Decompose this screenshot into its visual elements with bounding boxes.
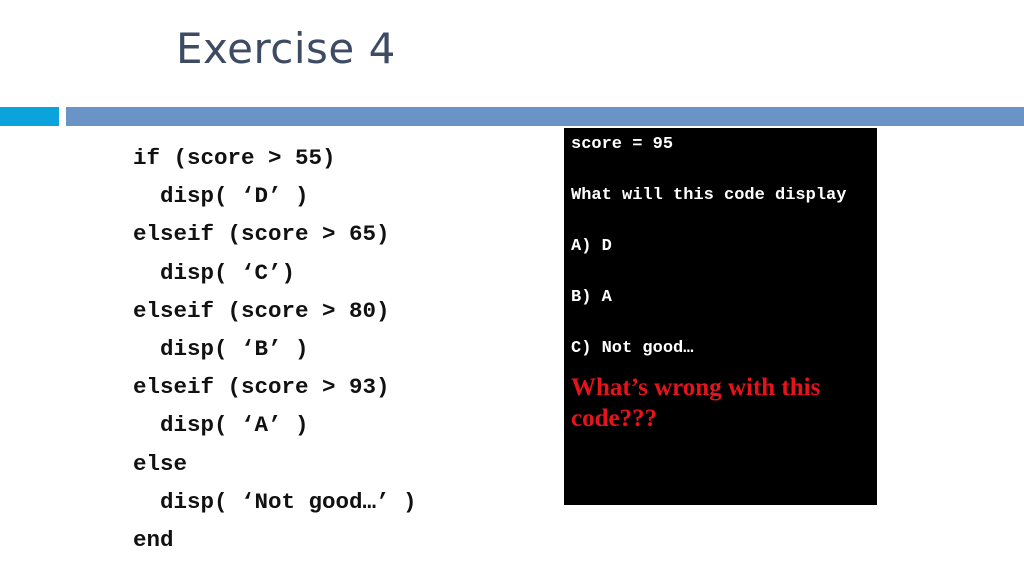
option-text: D [601, 237, 612, 256]
accent-bar-right [66, 107, 1024, 126]
code-line: disp( ‘C’) [160, 259, 296, 286]
question-box: score = 95 What will this code display A… [564, 128, 877, 505]
option-text: A [601, 288, 612, 307]
code-line: else [133, 450, 188, 477]
code-line: elseif (score > 80) [133, 297, 390, 324]
option-text: Not good… [601, 339, 694, 358]
option-c: C) Not good… [571, 336, 871, 362]
code-block: if (score > 55) disp( ‘D’ ) elseif (scor… [133, 139, 417, 559]
follow-up-question: What’s wrong with this code??? [571, 373, 821, 432]
given-value: score = 95 [571, 135, 674, 154]
slide-title: Exercise 4 [176, 24, 396, 73]
code-line: elseif (score > 93) [133, 374, 390, 401]
option-label: C) [571, 339, 592, 358]
question-prompt: What will this code display [571, 186, 847, 205]
option-label: A) [571, 237, 592, 256]
code-line: elseif (score > 65) [133, 221, 390, 248]
code-line: disp( ‘B’ ) [160, 335, 309, 362]
code-line: end [133, 526, 174, 553]
code-line: if (score > 55) [133, 145, 336, 171]
option-label: B) [571, 288, 592, 307]
code-line: disp( ‘Not good…’ ) [160, 488, 417, 515]
option-b: B) A [571, 285, 871, 311]
accent-bar-left [0, 107, 59, 126]
option-a: A) D [571, 234, 871, 260]
code-line: disp( ‘D’ ) [160, 183, 309, 210]
code-line: disp( ‘A’ ) [160, 412, 309, 439]
